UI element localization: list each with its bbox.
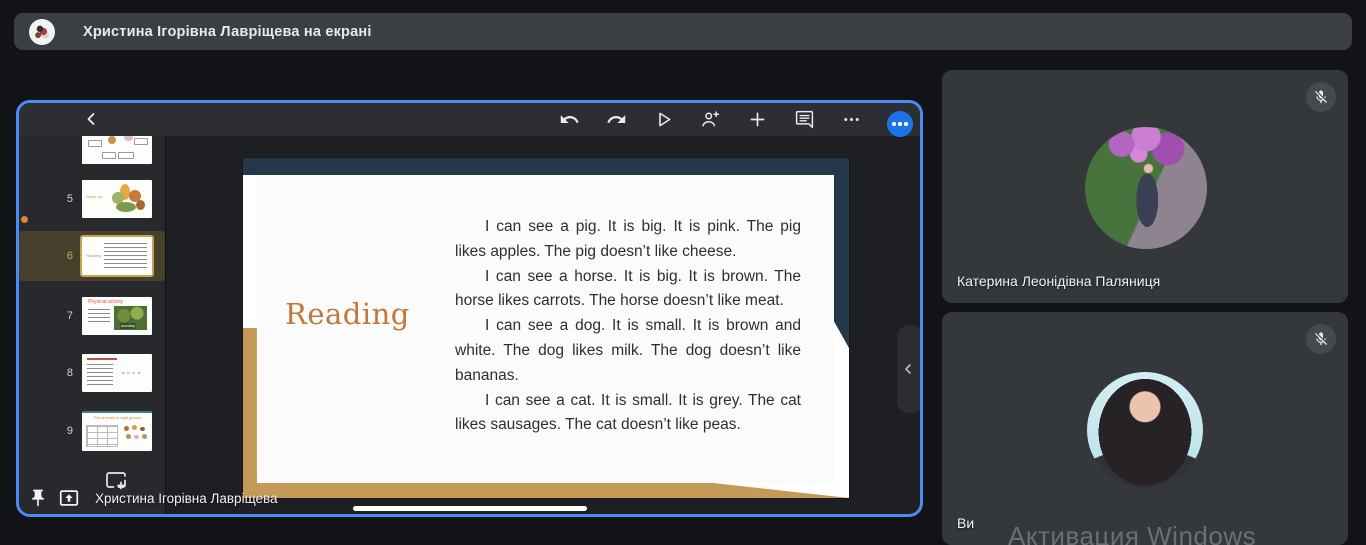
mic-off-icon xyxy=(1315,90,1327,103)
slide-title: Reading xyxy=(285,297,410,331)
slide-thumbnail[interactable]: Physical activity monkey xyxy=(82,297,152,335)
slide-top-band xyxy=(243,158,849,175)
participant-tile[interactable]: Катерина Леонідівна Паляниця xyxy=(942,70,1348,303)
slide-thumbnail-row: 7 Physical activity monkey xyxy=(19,297,165,335)
windows-activation-watermark: Активация Windows xyxy=(1008,521,1257,545)
filmstrip-divider xyxy=(165,136,166,514)
horizontal-scrollbar[interactable] xyxy=(353,506,587,511)
slide-content-box: Reading I can see a pig. It is big. It i… xyxy=(257,175,834,483)
slide-number: 8 xyxy=(66,367,73,379)
panel-collapse-handle[interactable] xyxy=(897,325,920,413)
comment-icon[interactable] xyxy=(794,109,815,130)
undo-icon[interactable] xyxy=(559,109,580,130)
slide-thumbnail[interactable]: a b c d xyxy=(82,354,152,392)
slide-number: 5 xyxy=(66,193,73,205)
meet-stage: Христина Ігорівна Лавріщева на екрані 5 … xyxy=(0,0,1366,545)
mic-muted-badge xyxy=(1306,324,1336,354)
back-icon[interactable] xyxy=(81,109,101,129)
slides-toolbar xyxy=(19,103,920,136)
presenter-name-label: Христина Ігорівна Лавріщева xyxy=(95,491,278,506)
self-avatar xyxy=(1087,372,1203,488)
chevron-left-icon xyxy=(905,364,911,374)
more-options-blue-button[interactable] xyxy=(887,111,913,137)
slide-number: 6 xyxy=(66,250,73,262)
slide-number: 7 xyxy=(66,310,73,322)
slide-canvas[interactable]: Reading I can see a pig. It is big. It i… xyxy=(243,158,849,498)
participant-name: Катерина Леонідівна Паляниця xyxy=(957,273,1161,289)
self-tile[interactable]: Ви xyxy=(942,312,1348,545)
mic-off-icon xyxy=(1315,332,1327,345)
slide-right-strip xyxy=(834,158,849,348)
slide-paragraph: I can see a cat. It is small. It is grey… xyxy=(455,391,801,434)
slide-thumbnail-selected[interactable]: Reading xyxy=(80,235,154,277)
presenter-avatar xyxy=(29,18,55,45)
slide-thumbnail-row: 5 Warm up xyxy=(19,180,165,218)
screen-share-banner-text: Христина Ігорівна Лавріщева на екрані xyxy=(83,23,372,40)
slide-paragraph: I can see a pig. It is big. It is pink. … xyxy=(455,218,801,260)
slide-paragraph: I can see a horse. It is big. It is brow… xyxy=(455,267,801,310)
shared-screen-tile[interactable]: 5 Warm up 6 Reading 7 Physical activity … xyxy=(16,100,923,517)
slide-thumbnail[interactable]: Put animals in right groups xyxy=(82,411,152,451)
participant-avatar xyxy=(1085,127,1207,249)
slide-paragraph: I can see a dog. It is small. It is brow… xyxy=(455,317,801,384)
add-slide-icon[interactable] xyxy=(104,468,128,492)
slide-thumbnail-row: 9 Put animals in right groups xyxy=(19,411,165,451)
add-icon[interactable] xyxy=(747,109,768,130)
pin-icon[interactable] xyxy=(28,488,48,508)
slide-thumbnail-row-selected: 6 Reading xyxy=(19,231,165,281)
slide-thumbnail-row: 8 a b c d xyxy=(19,354,165,392)
slide-filmstrip: 5 Warm up 6 Reading 7 Physical activity … xyxy=(19,126,165,514)
collaborator-dot xyxy=(21,216,28,223)
add-person-icon[interactable] xyxy=(700,109,721,130)
present-to-screen-icon xyxy=(59,490,79,506)
mic-muted-badge xyxy=(1306,82,1336,112)
slide-thumbnail[interactable]: Warm up xyxy=(82,180,152,218)
slide-reading-text: I can see a pig. It is big. It is pink. … xyxy=(455,215,801,438)
redo-icon[interactable] xyxy=(606,109,627,130)
slide-number: 9 xyxy=(66,425,73,437)
play-icon[interactable] xyxy=(653,109,674,130)
self-name: Ви xyxy=(957,515,975,531)
more-icon[interactable] xyxy=(841,109,862,130)
screen-share-banner: Христина Ігорівна Лавріщева на екрані xyxy=(14,13,1352,50)
